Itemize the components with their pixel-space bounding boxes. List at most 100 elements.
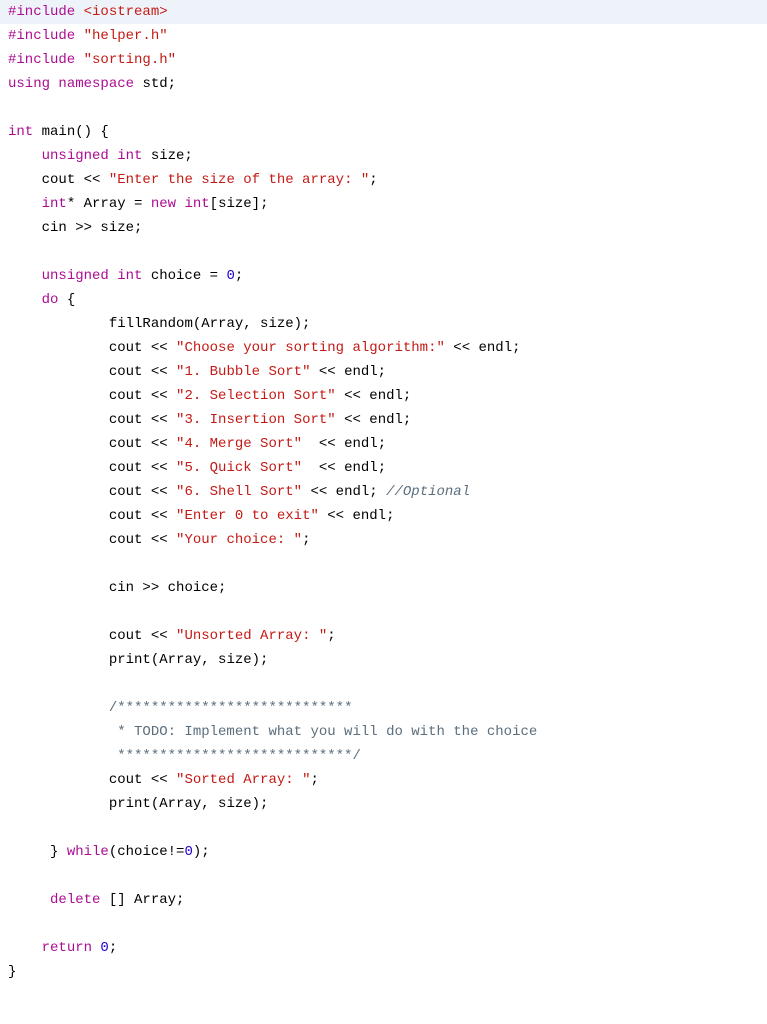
code-line-blank bbox=[0, 672, 767, 696]
code-line-blank bbox=[0, 600, 767, 624]
code-line-19: cout << "4. Merge Sort" << endl; bbox=[0, 432, 767, 456]
identifier: fillRandom(Array, size); bbox=[109, 316, 311, 332]
type: unsigned int bbox=[42, 268, 151, 284]
type: int bbox=[42, 196, 67, 212]
code-line-30: /**************************** bbox=[0, 696, 767, 720]
code-line-14: fillRandom(Array, size); bbox=[0, 312, 767, 336]
identifier: cout << bbox=[109, 364, 176, 380]
code-line-27: cout << "Unsorted Array: "; bbox=[0, 624, 767, 648]
comment: /**************************** bbox=[109, 700, 353, 716]
identifier: cout << bbox=[109, 484, 176, 500]
code-line-blank bbox=[0, 864, 767, 888]
identifier: cout << bbox=[42, 172, 109, 188]
string-literal: "3. Insertion Sort" bbox=[176, 412, 336, 428]
identifier: std; bbox=[142, 76, 176, 92]
code-block: #include <iostream> #include "helper.h" … bbox=[0, 0, 767, 984]
identifier: cout << bbox=[109, 388, 176, 404]
code-line-18: cout << "3. Insertion Sort" << endl; bbox=[0, 408, 767, 432]
code-line-7: unsigned int size; bbox=[0, 144, 767, 168]
code-line-36: } while(choice!=0); bbox=[0, 840, 767, 864]
identifier: choice = bbox=[151, 268, 227, 284]
code-line-22: cout << "Enter 0 to exit" << endl; bbox=[0, 504, 767, 528]
code-line-25: cin >> choice; bbox=[0, 576, 767, 600]
identifier: (choice!= bbox=[109, 844, 185, 860]
string-literal: "Choose your sorting algorithm:" bbox=[176, 340, 445, 356]
code-line-blank bbox=[0, 912, 767, 936]
string-literal: "6. Shell Sort" bbox=[176, 484, 302, 500]
string-literal: "Your choice: " bbox=[176, 532, 302, 548]
string-literal: "2. Selection Sort" bbox=[176, 388, 336, 404]
identifier: size; bbox=[151, 148, 193, 164]
comment: * TODO: Implement what you will do with … bbox=[117, 724, 537, 740]
identifier: print(Array, size); bbox=[109, 796, 269, 812]
string-literal: "Enter the size of the array: " bbox=[109, 172, 369, 188]
type: int bbox=[8, 124, 42, 140]
code-line-blank bbox=[0, 96, 767, 120]
code-line-2: #include "helper.h" bbox=[0, 24, 767, 48]
identifier: cout << bbox=[109, 772, 176, 788]
keyword: delete bbox=[50, 892, 109, 908]
code-line-34: print(Array, size); bbox=[0, 792, 767, 816]
code-line-15: cout << "Choose your sorting algorithm:"… bbox=[0, 336, 767, 360]
code-line-12: unsigned int choice = 0; bbox=[0, 264, 767, 288]
include-target: "sorting.h" bbox=[84, 52, 176, 68]
identifier: cout << bbox=[109, 508, 176, 524]
code-line-41: } bbox=[0, 960, 767, 984]
string-literal: "Enter 0 to exit" bbox=[176, 508, 319, 524]
identifier: cout << bbox=[109, 628, 176, 644]
keyword: do bbox=[42, 292, 67, 308]
code-line-31: * TODO: Implement what you will do with … bbox=[0, 720, 767, 744]
code-line-4: using namespace std; bbox=[0, 72, 767, 96]
string-literal: "Sorted Array: " bbox=[176, 772, 310, 788]
identifier: * Array = bbox=[67, 196, 151, 212]
code-line-blank bbox=[0, 816, 767, 840]
code-line-blank bbox=[0, 552, 767, 576]
code-line-3: #include "sorting.h" bbox=[0, 48, 767, 72]
identifier: cout << bbox=[109, 436, 176, 452]
keyword: new bbox=[151, 196, 185, 212]
identifier: cout << bbox=[109, 532, 176, 548]
code-line-28: print(Array, size); bbox=[0, 648, 767, 672]
string-literal: "Unsorted Array: " bbox=[176, 628, 327, 644]
code-line-23: cout << "Your choice: "; bbox=[0, 528, 767, 552]
code-line-1: #include <iostream> bbox=[0, 0, 767, 24]
preprocessor: #include bbox=[8, 52, 84, 68]
identifier: print(Array, size); bbox=[109, 652, 269, 668]
identifier: main() { bbox=[42, 124, 109, 140]
comment: ****************************/ bbox=[117, 748, 361, 764]
code-line-6: int main() { bbox=[0, 120, 767, 144]
keyword: namespace bbox=[58, 76, 142, 92]
identifier: cout << bbox=[109, 460, 176, 476]
keyword: using bbox=[8, 76, 58, 92]
code-line-32: ****************************/ bbox=[0, 744, 767, 768]
identifier: cout << bbox=[109, 412, 176, 428]
identifier: cout << bbox=[109, 340, 176, 356]
code-line-38: delete [] Array; bbox=[0, 888, 767, 912]
code-line-13: do { bbox=[0, 288, 767, 312]
string-literal: "5. Quick Sort" bbox=[176, 460, 302, 476]
number-literal: 0 bbox=[184, 844, 192, 860]
code-line-16: cout << "1. Bubble Sort" << endl; bbox=[0, 360, 767, 384]
keyword: while bbox=[67, 844, 109, 860]
code-line-9: int* Array = new int[size]; bbox=[0, 192, 767, 216]
code-line-33: cout << "Sorted Array: "; bbox=[0, 768, 767, 792]
string-literal: "1. Bubble Sort" bbox=[176, 364, 310, 380]
keyword: return bbox=[42, 940, 101, 956]
number-literal: 0 bbox=[226, 268, 234, 284]
code-line-40: return 0; bbox=[0, 936, 767, 960]
preprocessor: #include bbox=[8, 28, 84, 44]
preprocessor: #include bbox=[8, 4, 84, 20]
identifier: cin >> choice; bbox=[109, 580, 227, 596]
number-literal: 0 bbox=[100, 940, 108, 956]
identifier: [size]; bbox=[210, 196, 269, 212]
code-line-20: cout << "5. Quick Sort" << endl; bbox=[0, 456, 767, 480]
code-line-17: cout << "2. Selection Sort" << endl; bbox=[0, 384, 767, 408]
identifier: cin >> size; bbox=[42, 220, 143, 236]
code-line-8: cout << "Enter the size of the array: "; bbox=[0, 168, 767, 192]
comment: //Optional bbox=[386, 484, 470, 500]
code-line-10: cin >> size; bbox=[0, 216, 767, 240]
type: unsigned int bbox=[42, 148, 151, 164]
string-literal: "4. Merge Sort" bbox=[176, 436, 302, 452]
include-target: "helper.h" bbox=[84, 28, 168, 44]
identifier: [] Array; bbox=[109, 892, 185, 908]
